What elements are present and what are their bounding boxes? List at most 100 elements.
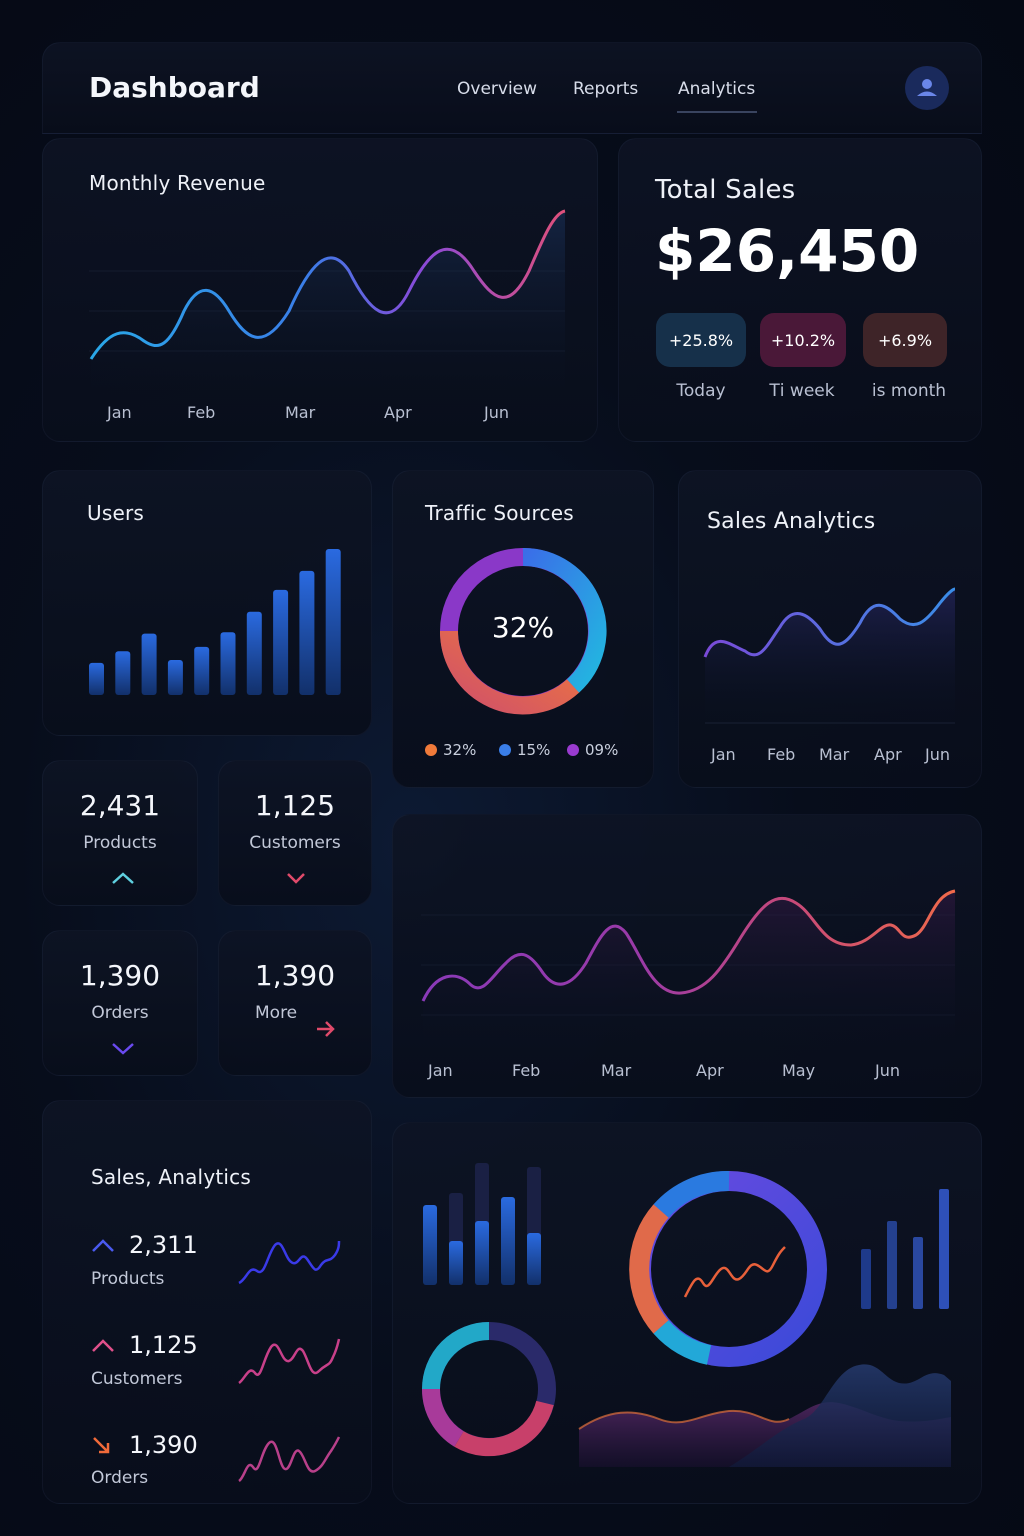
bar xyxy=(887,1221,897,1309)
top-bar: Dashboard Overview Reports Analytics xyxy=(42,42,982,134)
legend-item: 15% xyxy=(499,741,550,759)
stat-value: 1,125 xyxy=(254,789,336,822)
list-item-value: 1,390 xyxy=(129,1431,198,1459)
monthly-revenue-chart xyxy=(89,209,566,396)
active-tab-indicator xyxy=(677,111,757,113)
bar xyxy=(913,1237,923,1309)
x-tick: Jun xyxy=(875,1061,900,1080)
bar xyxy=(861,1249,871,1309)
right-bar-chart xyxy=(861,1189,949,1309)
x-tick: Feb xyxy=(187,403,216,422)
stat-value: 2,431 xyxy=(79,789,161,822)
legend-label: 32% xyxy=(443,741,477,759)
total-sales-value: $26,450 xyxy=(655,217,920,285)
change-label-today: Today xyxy=(676,381,726,401)
users-bar xyxy=(115,651,131,695)
list-item-value: 1,125 xyxy=(129,1331,198,1359)
mixed-charts-card xyxy=(392,1122,982,1504)
x-tick: Mar xyxy=(601,1061,632,1080)
sales-analytics-list-title: Sales, Analytics xyxy=(91,1165,251,1189)
users-bar xyxy=(246,611,262,695)
x-tick: Jan xyxy=(107,403,132,422)
arrow-up-icon xyxy=(92,1339,114,1352)
sales-analytics-area xyxy=(705,589,955,723)
nav-analytics[interactable]: Analytics xyxy=(678,79,755,99)
avatar-button[interactable] xyxy=(905,66,949,110)
users-bar-chart xyxy=(89,549,341,695)
users-title: Users xyxy=(87,501,145,525)
users-bar xyxy=(273,589,289,695)
x-tick: Mar xyxy=(285,403,316,422)
sparkline-products xyxy=(238,1240,341,1285)
monthly-revenue-card: Monthly Revenue Jan Feb Mar Apr Jun xyxy=(42,138,598,442)
stat-label: Customers xyxy=(249,833,341,853)
x-tick: Apr xyxy=(696,1061,724,1080)
stat-card-products[interactable]: 2,431 Products xyxy=(42,760,198,906)
legend-swatch xyxy=(567,744,579,756)
x-tick: Mar xyxy=(819,745,850,764)
users-bar xyxy=(194,646,210,695)
donut-segment-cyan xyxy=(653,1320,712,1365)
area-layer-front xyxy=(729,1364,951,1467)
list-item-label: Products xyxy=(91,1269,165,1289)
donut-segment-blue xyxy=(653,1171,730,1218)
arrow-down-right-icon xyxy=(93,1437,110,1454)
bar xyxy=(501,1197,515,1285)
grouped-bar-chart xyxy=(423,1163,541,1285)
small-donut-chart xyxy=(421,1322,556,1457)
chevron-down-icon xyxy=(287,873,305,884)
stat-label: Orders xyxy=(91,1003,149,1023)
wide-line-chart xyxy=(421,889,956,1045)
arrow-right-icon xyxy=(317,1021,335,1037)
sales-analytics-title: Sales Analytics xyxy=(707,509,876,534)
x-tick: Feb xyxy=(767,745,796,764)
bar xyxy=(423,1205,437,1285)
x-tick: Apr xyxy=(384,403,412,422)
users-bar xyxy=(141,633,157,695)
users-bar xyxy=(167,659,183,695)
traffic-center-value: 32% xyxy=(491,611,555,644)
x-tick: May xyxy=(782,1061,816,1080)
stat-value: 1,390 xyxy=(79,959,161,992)
traffic-sources-card: Traffic Sources 32% 32% 15% 09% xyxy=(392,470,654,788)
legend-item: 32% xyxy=(425,741,476,759)
revenue-area xyxy=(91,211,565,396)
users-bar xyxy=(89,662,104,695)
change-badge-today: +25.8% xyxy=(656,313,746,367)
change-badge-week: +10.2% xyxy=(760,313,846,367)
stat-label: Products xyxy=(83,833,157,853)
nav-overview[interactable]: Overview xyxy=(457,79,537,99)
sales-analytics-list-card: Sales, Analytics 2,311 Products 1,125 Cu… xyxy=(42,1100,372,1504)
users-card: Users xyxy=(42,470,372,736)
nav-reports[interactable]: Reports xyxy=(573,79,638,99)
bar xyxy=(527,1233,541,1285)
x-tick: Feb xyxy=(512,1061,541,1080)
donut-segment-purple xyxy=(421,1388,464,1447)
x-tick: Jun xyxy=(925,745,950,764)
stat-card-more[interactable]: 1,390 More xyxy=(218,930,372,1076)
users-bar xyxy=(220,632,236,695)
donut-inner-sparkline xyxy=(683,1246,786,1298)
sparkline-orders xyxy=(238,1436,341,1483)
x-tick: Apr xyxy=(874,745,902,764)
stat-card-orders[interactable]: 1,390 Orders xyxy=(42,930,198,1076)
stat-card-customers[interactable]: 1,125 Customers xyxy=(218,760,372,906)
donut-segment-pink xyxy=(454,1400,554,1457)
x-tick: Jan xyxy=(711,745,736,764)
app-title: Dashboard xyxy=(89,71,260,104)
sales-analytics-chart xyxy=(703,587,956,724)
users-bar xyxy=(299,570,315,695)
chevron-up-icon xyxy=(112,872,134,884)
monthly-revenue-title: Monthly Revenue xyxy=(89,171,266,195)
bar xyxy=(475,1221,489,1285)
x-tick: Jun xyxy=(484,403,509,422)
legend-label: 15% xyxy=(517,741,551,759)
stat-value: 1,390 xyxy=(254,959,336,992)
legend-label: 09% xyxy=(585,741,619,759)
legend-item: 09% xyxy=(567,741,618,759)
list-item-value: 2,311 xyxy=(129,1231,198,1259)
total-sales-title: Total Sales xyxy=(655,175,796,205)
arrow-up-icon xyxy=(92,1239,114,1252)
legend-swatch xyxy=(499,744,511,756)
traffic-sources-title: Traffic Sources xyxy=(425,501,574,525)
